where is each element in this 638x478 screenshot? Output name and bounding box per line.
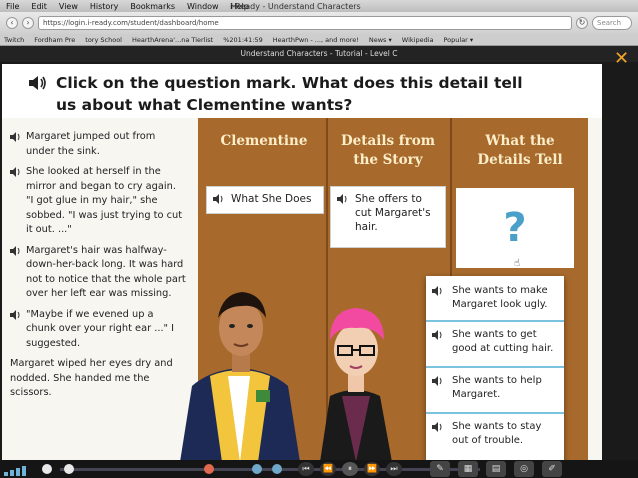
progress-marker[interactable] [252, 464, 262, 474]
progress-marker[interactable] [64, 464, 74, 474]
what-she-does-card: What She Does [206, 186, 324, 214]
speaker-icon[interactable] [10, 245, 22, 256]
forward-icon[interactable]: › [22, 17, 34, 29]
menu-file[interactable]: File [6, 2, 19, 11]
bookmark-item[interactable]: News ▾ [369, 36, 392, 44]
signal-bars-icon [4, 466, 26, 476]
prompt-header: Click on the question mark. What does th… [2, 64, 602, 118]
target-icon[interactable]: ◎ [514, 461, 534, 477]
menu-history[interactable]: History [90, 2, 118, 11]
boy-character [180, 292, 300, 462]
speaker-icon[interactable] [432, 330, 444, 340]
progress-marker[interactable] [42, 464, 52, 474]
clapper-icon[interactable]: ▦ [458, 461, 478, 477]
passage-paragraph: She looked at herself in the mirror and … [10, 165, 186, 238]
characters-illustration [180, 292, 392, 462]
passage-paragraph: Margaret wiped her eyes dry and nodded. … [10, 358, 173, 398]
question-mark-button[interactable]: ? [456, 188, 574, 268]
mac-menubar: File Edit View History Bookmarks Window … [0, 0, 638, 12]
speaker-icon[interactable] [432, 422, 444, 432]
bookmark-item[interactable]: HearthPwn - ..., and more! [273, 36, 359, 44]
answer-option[interactable]: She wants to get good at cutting hair. [426, 324, 564, 360]
reload-icon[interactable]: ↻ [576, 17, 588, 29]
girl-character [320, 308, 392, 462]
lesson-title: Understand Characters - Tutorial - Level… [0, 46, 638, 62]
skip-icon[interactable]: ⏭ [386, 462, 402, 476]
answer-option[interactable]: She wants to stay out of trouble. [426, 416, 564, 452]
rewind-icon[interactable]: ⏮ [298, 462, 314, 476]
progress-marker[interactable] [272, 464, 282, 474]
option-divider [426, 412, 564, 414]
menu-window[interactable]: Window [187, 2, 219, 11]
menu-bookmarks[interactable]: Bookmarks [130, 2, 175, 11]
speaker-icon[interactable] [10, 132, 22, 142]
bookmark-item[interactable]: %201:41:59 [223, 36, 263, 44]
bookmark-item[interactable]: Fordham Pre [34, 36, 75, 44]
bookmark-item[interactable]: HearthArena'...na Tierlist [132, 36, 213, 44]
answer-options-popup: She wants to make Margaret look ugly. Sh… [426, 276, 564, 466]
speaker-icon[interactable] [213, 194, 225, 204]
column-header-details: Details from the Story [340, 133, 436, 168]
pause-icon[interactable]: ⏸ [342, 462, 358, 476]
bookmark-item[interactable]: Wikipedia [402, 36, 434, 44]
browser-toolbar: ‹ › https://login.i-ready.com/student/da… [0, 12, 638, 34]
speaker-icon[interactable] [28, 75, 48, 91]
search-field[interactable]: Search [592, 16, 632, 30]
book-icon[interactable]: ▤ [486, 461, 506, 477]
address-bar[interactable]: https://login.i-ready.com/student/dashbo… [38, 16, 572, 30]
bookmarks-bar: Twitch Fordham Pre tory School HearthAre… [0, 34, 638, 46]
pencil-icon[interactable]: ✐ [542, 461, 562, 477]
speaker-icon[interactable] [432, 286, 444, 296]
option-divider [426, 320, 564, 322]
answer-option[interactable]: She wants to help Margaret. [426, 370, 564, 406]
back-icon[interactable]: ⏪ [320, 462, 336, 476]
speaker-icon[interactable] [337, 194, 349, 204]
palette-icon[interactable]: ✎ [430, 461, 450, 477]
speaker-icon[interactable] [10, 167, 22, 177]
passage-paragraph: Margaret's hair was halfway-down-her-bac… [10, 244, 186, 302]
back-icon[interactable]: ‹ [6, 17, 18, 29]
lesson-stage: Click on the question mark. What does th… [2, 64, 602, 466]
hand-cursor-icon: ☝ [514, 258, 521, 269]
close-icon[interactable]: ✕ [614, 50, 632, 68]
progress-current-marker[interactable] [204, 464, 214, 474]
column-header-what-details-tell: What the Details Tell [477, 133, 563, 168]
column-header-clementine: Clementine [220, 133, 308, 149]
bookmark-item[interactable]: Twitch [4, 36, 24, 44]
forward-icon[interactable]: ⏩ [364, 462, 380, 476]
lesson-progress-track[interactable] [60, 468, 480, 471]
menu-view[interactable]: View [59, 2, 78, 11]
detail-card: She offers to cut Margaret's hair. [330, 186, 446, 248]
window-title: i-Ready - Understand Characters [230, 1, 361, 11]
bookmark-item[interactable]: tory School [85, 36, 122, 44]
passage-paragraph: "Maybe if we evened up a chunk over your… [10, 308, 186, 352]
story-passage: Margaret jumped out from under the sink.… [2, 122, 194, 462]
passage-paragraph: Margaret jumped out from under the sink. [10, 130, 186, 159]
bookmark-item[interactable]: Popular ▾ [443, 36, 473, 44]
speaker-icon[interactable] [432, 376, 444, 386]
speaker-icon[interactable] [10, 309, 22, 320]
option-divider [426, 366, 564, 368]
menu-edit[interactable]: Edit [31, 2, 47, 11]
answer-option[interactable]: She wants to make Margaret look ugly. [426, 280, 564, 316]
question-prompt: Click on the question mark. What does th… [56, 74, 523, 114]
